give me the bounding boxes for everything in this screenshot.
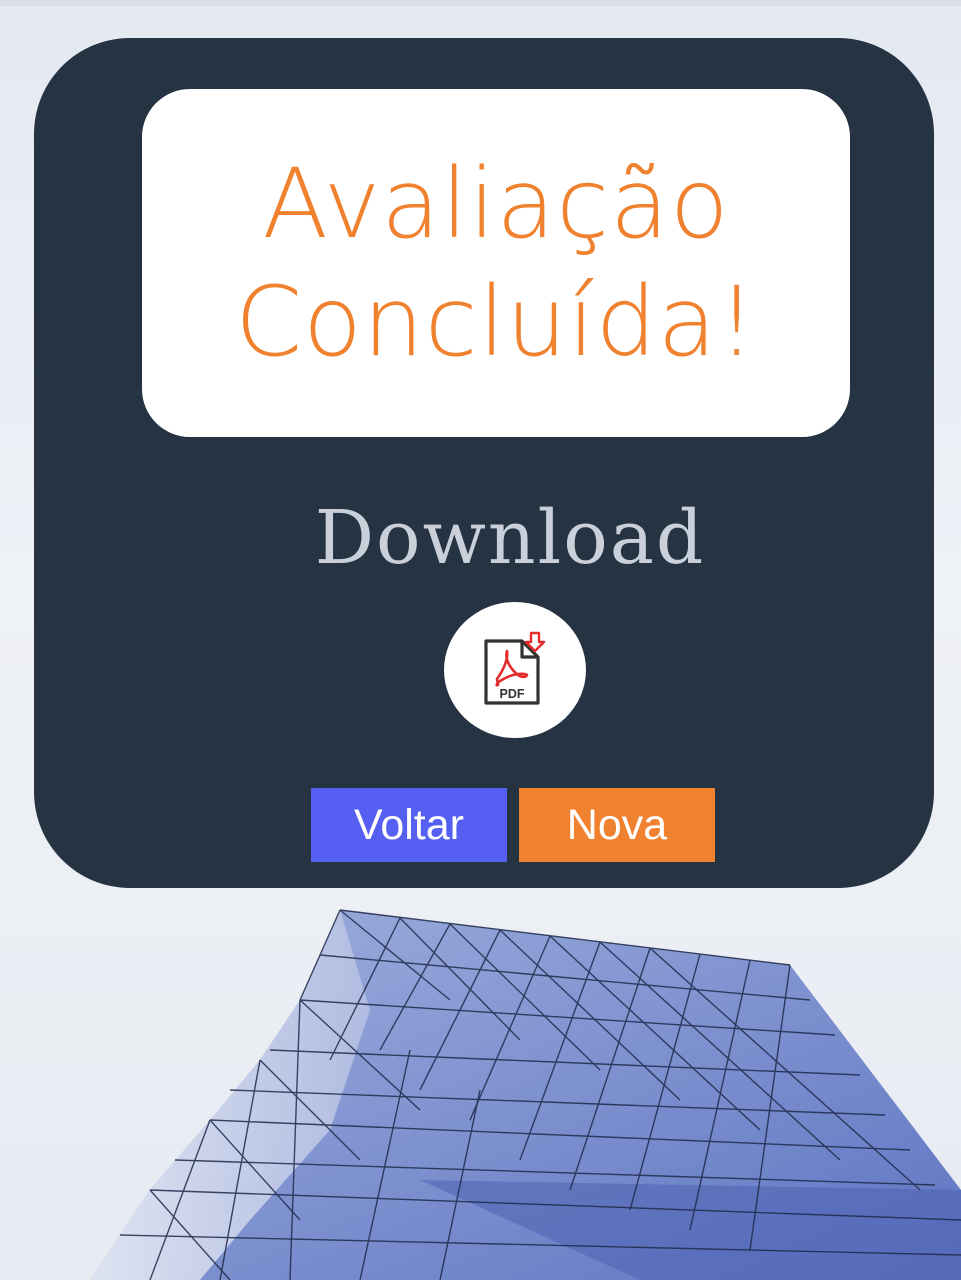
completion-title-line-2: Concluída! bbox=[235, 266, 757, 378]
pdf-download-button[interactable]: PDF bbox=[444, 602, 586, 738]
completion-banner: Avaliação Concluída! bbox=[142, 89, 850, 437]
top-strip bbox=[0, 0, 961, 6]
download-label: Download bbox=[314, 495, 706, 581]
pdf-download-icon: PDF bbox=[484, 631, 546, 705]
back-button[interactable]: Voltar bbox=[311, 788, 507, 862]
completion-title-line-1: Avaliação bbox=[262, 148, 730, 260]
building-background-image bbox=[90, 909, 961, 1280]
svg-text:PDF: PDF bbox=[500, 687, 525, 701]
new-evaluation-button[interactable]: Nova bbox=[519, 788, 715, 862]
